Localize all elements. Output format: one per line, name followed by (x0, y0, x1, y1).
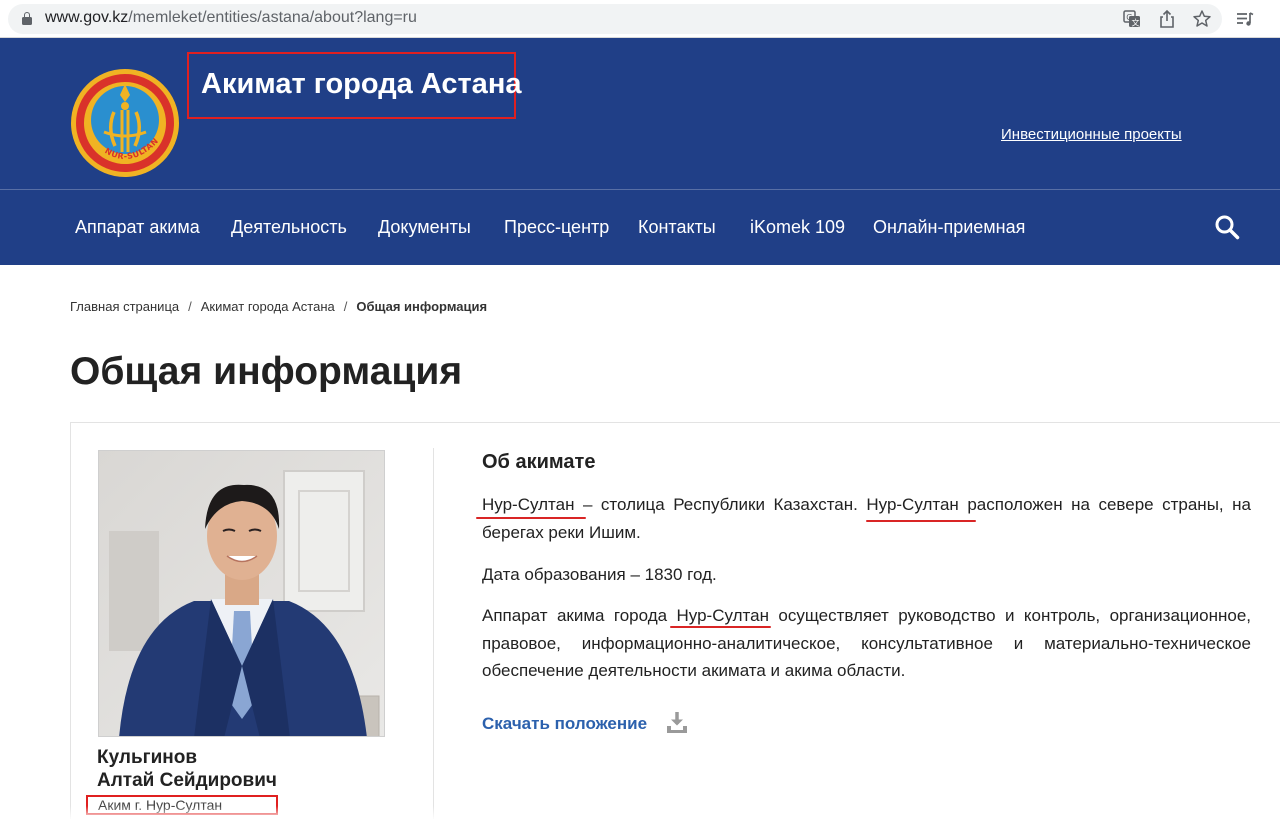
page-title: Общая информация (70, 350, 463, 393)
breadcrumb-current: Общая информация (356, 299, 488, 314)
breadcrumb: Главная страница / Акимат города Астана / Об… (70, 299, 487, 314)
akim-first-names: Алтай Сейдирович (97, 770, 277, 791)
nav-item-online-reception[interactable]: Онлайн-приемная (873, 217, 1025, 238)
nav-item-akim-office[interactable]: Аппарат акима (75, 217, 200, 238)
breadcrumb-separator: / (188, 299, 192, 314)
browser-address-bar: www.gov.kz/memleket/entities/astana/abou… (0, 0, 1280, 38)
nav-item-contacts[interactable]: Контакты (638, 217, 716, 238)
main-nav: Аппарат акима Деятельность Документы Пре… (0, 190, 1280, 265)
akim-last-name: Кульгинов (97, 747, 198, 768)
nav-item-ikomek[interactable]: iKomek 109 (750, 217, 845, 238)
header-top: NUR-SULTAN Акимат города Астана Инвестиц… (0, 38, 1280, 190)
about-title: Об акимате (482, 451, 596, 473)
akim-name: Кульгинов Алтай Сейдирович (97, 746, 277, 792)
star-icon[interactable] (1192, 9, 1212, 29)
download-regulation-link[interactable]: Скачать положение (482, 714, 647, 734)
about-paragraph-3: Аппарат акима города Нур-Султан осуществ… (482, 606, 1251, 680)
lock-icon[interactable] (22, 12, 32, 25)
annotation-underline (476, 517, 586, 519)
city-name: Нур-Султан (866, 495, 959, 514)
city-emblem-logo[interactable]: NUR-SULTAN (70, 68, 180, 178)
nav-item-press-center[interactable]: Пресс-центр (504, 217, 609, 238)
card-divider (433, 448, 434, 819)
investment-projects-link[interactable]: Инвестиционные проекты (1001, 126, 1182, 143)
search-icon[interactable] (1214, 214, 1240, 240)
reading-list-icon[interactable] (1235, 9, 1255, 29)
nav-item-documents[interactable]: Документы (378, 217, 471, 238)
annotation-underline (670, 626, 771, 628)
download-icon[interactable] (665, 711, 689, 735)
url-text[interactable]: www.gov.kz/memleket/entities/astana/abou… (45, 9, 417, 27)
city-name: Нур-Султан (676, 606, 769, 625)
share-icon[interactable] (1157, 9, 1177, 29)
breadcrumb-akimat[interactable]: Акимат города Астана (201, 299, 335, 314)
nav-item-activity[interactable]: Деятельность (231, 217, 347, 238)
akim-photo (98, 450, 385, 737)
annotation-underline (866, 520, 976, 522)
breadcrumb-separator: / (343, 299, 348, 314)
about-paragraph-1: Нур-Султан – столица Республики Казахста… (482, 495, 1251, 542)
site-title[interactable]: Акимат города Астана (187, 52, 521, 119)
city-name: Нур-Султан (482, 495, 575, 514)
translate-icon[interactable]: G文 (1122, 9, 1142, 29)
breadcrumb-home[interactable]: Главная страница (70, 299, 179, 314)
site-header: NUR-SULTAN Акимат города Астана Инвестиц… (0, 38, 1280, 265)
akim-position: Аким г. Нур-Султан (86, 795, 278, 815)
svg-text:文: 文 (1132, 18, 1140, 28)
about-paragraph-2: Дата образования – 1830 год. (482, 565, 717, 584)
